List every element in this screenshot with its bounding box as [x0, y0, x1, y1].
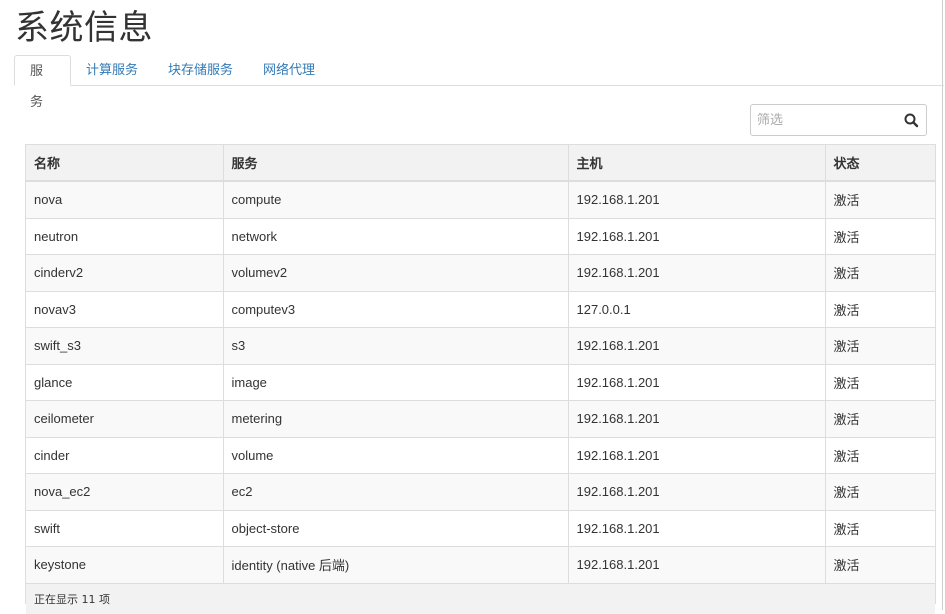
cell-name: cinder: [26, 436, 224, 474]
column-header-host[interactable]: 主机: [568, 145, 826, 182]
tab-services[interactable]: 服务: [14, 55, 71, 110]
table-row: ceilometer metering 192.168.1.201 激活: [26, 400, 935, 437]
cell-service: compute: [223, 180, 569, 218]
filter-box: [750, 104, 927, 136]
table-row: neutron network 192.168.1.201 激活: [26, 217, 935, 255]
search-button[interactable]: [896, 105, 926, 135]
cell-name: swift: [26, 509, 224, 547]
cell-host: 127.0.0.1: [568, 290, 826, 328]
cell-service: computev3: [223, 290, 569, 328]
cell-service: metering: [223, 400, 569, 437]
cell-name: glance: [26, 363, 224, 401]
table-row: cinder volume 192.168.1.201 激活: [26, 436, 935, 474]
cell-host: 192.168.1.201: [568, 254, 826, 291]
cell-name: cinderv2: [26, 254, 224, 291]
cell-name: nova: [26, 180, 224, 218]
table-row: novav3 computev3 127.0.0.1 激活: [26, 290, 935, 328]
page-title: 系统信息: [15, 8, 153, 48]
cell-status: 激活: [825, 180, 935, 218]
cell-status: 激活: [825, 217, 935, 255]
cell-host: 192.168.1.201: [568, 363, 826, 401]
cell-host: 192.168.1.201: [568, 473, 826, 510]
tab-block-storage-services[interactable]: 块存储服务: [153, 55, 248, 86]
tab-network-agents[interactable]: 网络代理: [248, 55, 330, 86]
cell-host: 192.168.1.201: [568, 400, 826, 437]
cell-service: image: [223, 363, 569, 401]
services-table: 名称 服务 主机 状态 nova compute 192.168.1.201 激活 ne…: [25, 144, 936, 614]
cell-service: identity (native 后端): [223, 546, 569, 583]
cell-service: volumev2: [223, 254, 569, 291]
cell-status: 激活: [825, 546, 935, 583]
table-row: nova compute 192.168.1.201 激活: [26, 180, 935, 218]
table-row: glance image 192.168.1.201 激活: [26, 363, 935, 401]
cell-host: 192.168.1.201: [568, 180, 826, 218]
cell-status: 激活: [825, 254, 935, 291]
cell-name: nova_ec2: [26, 473, 224, 510]
column-header-status[interactable]: 状态: [825, 145, 935, 182]
table-row: swift_s3 s3 192.168.1.201 激活: [26, 327, 935, 364]
cell-name: ceilometer: [26, 400, 224, 437]
cell-status: 激活: [825, 473, 935, 510]
cell-status: 激活: [825, 327, 935, 364]
cell-service: ec2: [223, 473, 569, 510]
table-row: cinderv2 volumev2 192.168.1.201 激活: [26, 254, 935, 291]
table-header-row: 名称 服务 主机 状态: [26, 145, 935, 182]
search-icon: [904, 113, 919, 128]
cell-host: 192.168.1.201: [568, 546, 826, 583]
cell-service: network: [223, 217, 569, 255]
scrollbar-edge: [942, 0, 943, 610]
cell-service: object-store: [223, 509, 569, 547]
column-header-service[interactable]: 服务: [223, 145, 569, 182]
table-footer-row: 正在显示 11 项: [26, 582, 935, 614]
cell-host: 192.168.1.201: [568, 217, 826, 255]
cell-name: novav3: [26, 290, 224, 328]
cell-host: 192.168.1.201: [568, 436, 826, 474]
cell-status: 激活: [825, 363, 935, 401]
cell-service: volume: [223, 436, 569, 474]
cell-status: 激活: [825, 436, 935, 474]
cell-name: neutron: [26, 217, 224, 255]
cell-name: swift_s3: [26, 327, 224, 364]
table-row: swift object-store 192.168.1.201 激活: [26, 509, 935, 547]
tab-compute-services[interactable]: 计算服务: [71, 55, 153, 86]
item-count: 正在显示 11 项: [26, 582, 935, 614]
cell-host: 192.168.1.201: [568, 509, 826, 547]
cell-status: 激活: [825, 509, 935, 547]
filter-input[interactable]: [751, 105, 908, 135]
cell-status: 激活: [825, 290, 935, 328]
cell-name: keystone: [26, 546, 224, 583]
column-header-name[interactable]: 名称: [26, 145, 224, 182]
cell-service: s3: [223, 327, 569, 364]
cell-host: 192.168.1.201: [568, 327, 826, 364]
table-row: nova_ec2 ec2 192.168.1.201 激活: [26, 473, 935, 510]
table-row: keystone identity (native 后端) 192.168.1.20…: [26, 546, 935, 583]
cell-status: 激活: [825, 400, 935, 437]
tab-bar: 服务 计算服务 块存储服务 网络代理: [14, 55, 944, 110]
